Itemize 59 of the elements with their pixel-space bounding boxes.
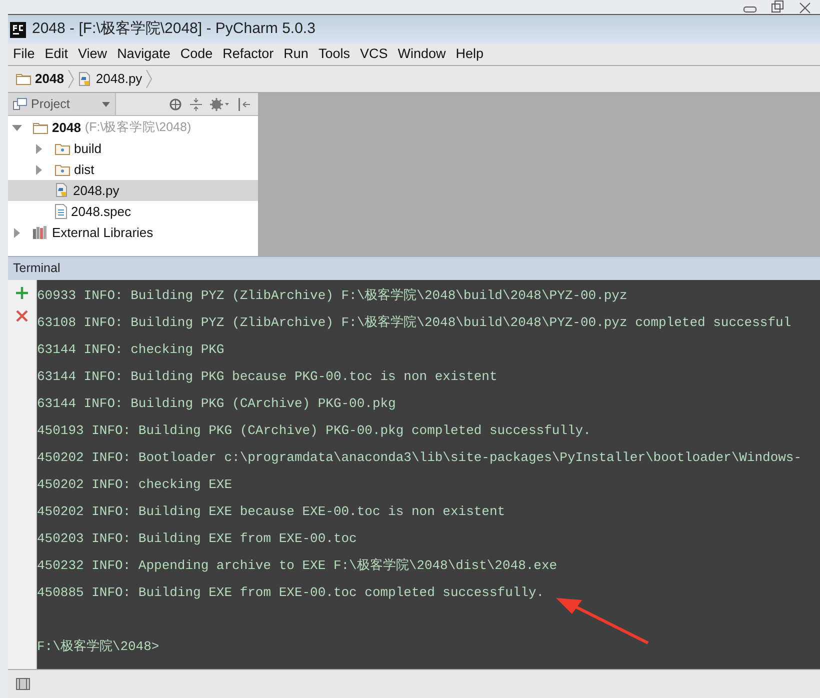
tree-item[interactable]: External Libraries: [8, 222, 258, 243]
collapsed-arrow-icon[interactable]: [34, 144, 44, 154]
menu-item[interactable]: Edit: [40, 44, 74, 65]
folder-icon: [33, 122, 48, 134]
breadcrumb[interactable]: 2048: [16, 69, 64, 89]
tree-item[interactable]: 2048.spec: [8, 201, 258, 222]
hide-panel-icon[interactable]: [238, 98, 250, 110]
terminal-tab[interactable]: Terminal: [13, 259, 60, 278]
python-file-icon: [55, 183, 69, 198]
terminal-line: 63144 INFO: Building PKG because PKG-00.toc is non existent: [37, 368, 498, 386]
terminal-line: 60933 INFO: Building PYZ (ZlibArchive) F:\极客学院\2048\build\2048\PYZ-00.pyz: [37, 286, 628, 305]
terminal-line: 450193 INFO: Building PKG (CArchive) PKG-00.pkg completed successfully.: [37, 422, 591, 440]
collapsed-arrow-icon[interactable]: [34, 164, 44, 174]
terminal-line: 63144 INFO: checking PKG: [37, 340, 224, 359]
terminal-line: 450202 INFO: Bootloader c:\programdata\anaconda3\lib\site-packages\PyInstaller\bootloader\Windows-: [37, 448, 802, 467]
menu-item[interactable]: View: [73, 44, 112, 65]
tree-item[interactable]: 2048.py: [8, 180, 258, 201]
folder-icon: [55, 142, 70, 154]
menu-item[interactable]: File: [8, 44, 40, 65]
terminal-line: 450203 INFO: Building EXE from EXE-00.toc: [37, 530, 357, 548]
library-icon: [33, 226, 48, 239]
text-file-icon: [55, 204, 67, 219]
menu-item[interactable]: VCS: [354, 44, 393, 65]
folder-icon: [16, 73, 31, 85]
menu-item[interactable]: Run: [278, 44, 314, 65]
tree-item[interactable]: build: [8, 138, 258, 159]
app-logo-icon: [10, 22, 26, 38]
terminal-line: 63108 INFO: Building PYZ (ZlibArchive) F:\极客学院\2048\build\2048\PYZ-00.pyz completed successful: [37, 314, 792, 332]
collapse-all-icon[interactable]: [190, 98, 202, 110]
expanded-arrow-icon[interactable]: [12, 122, 22, 132]
chevron-icon: [146, 70, 152, 88]
caret-icon: [102, 102, 110, 106]
tree-item[interactable]: dist: [8, 159, 258, 180]
panel-toggle-icon[interactable]: [16, 678, 30, 690]
terminal-line: 63144 INFO: Building PKG (CArchive) PKG-00.pkg: [37, 394, 396, 413]
menu-item[interactable]: Code: [175, 44, 218, 65]
menu-item[interactable]: Refactor: [218, 44, 279, 65]
project-icon: [13, 98, 27, 110]
terminal-line: 450202 INFO: checking EXE: [37, 476, 232, 494]
target-icon[interactable]: [169, 98, 182, 110]
add-icon[interactable]: [16, 287, 28, 299]
menu-item[interactable]: Tools: [313, 44, 355, 65]
settings-icon[interactable]: [210, 98, 230, 110]
chevron-icon: [68, 70, 74, 88]
python-file-icon: [78, 72, 92, 86]
menu-item[interactable]: Navigate: [112, 44, 176, 65]
terminal-line: 450202 INFO: Building EXE because EXE-00.toc is non existent: [37, 502, 506, 521]
terminal-line: 450232 INFO: Appending archive to EXE F:\极客学院\2048\dist\2048.exe: [37, 556, 558, 575]
tree-item[interactable]: 2048 (F:\极客学院\2048): [8, 117, 258, 138]
terminal-line: 450885 INFO: Building EXE from EXE-00.toc completed successfully.: [37, 584, 544, 602]
menu-item[interactable]: Window: [392, 44, 451, 65]
close-icon[interactable]: [16, 310, 28, 322]
breadcrumb[interactable]: 2048.py: [78, 69, 142, 89]
project-view-dropdown[interactable]: Project: [8, 93, 116, 115]
collapsed-arrow-icon[interactable]: [12, 228, 22, 238]
folder-icon: [55, 164, 70, 176]
window-title: 2048 - [F:\极客学院\2048] - PyCharm 5.0.3: [32, 19, 316, 40]
terminal-line: F:\极客学院\2048>: [37, 638, 160, 656]
menu-item[interactable]: Help: [450, 44, 488, 65]
